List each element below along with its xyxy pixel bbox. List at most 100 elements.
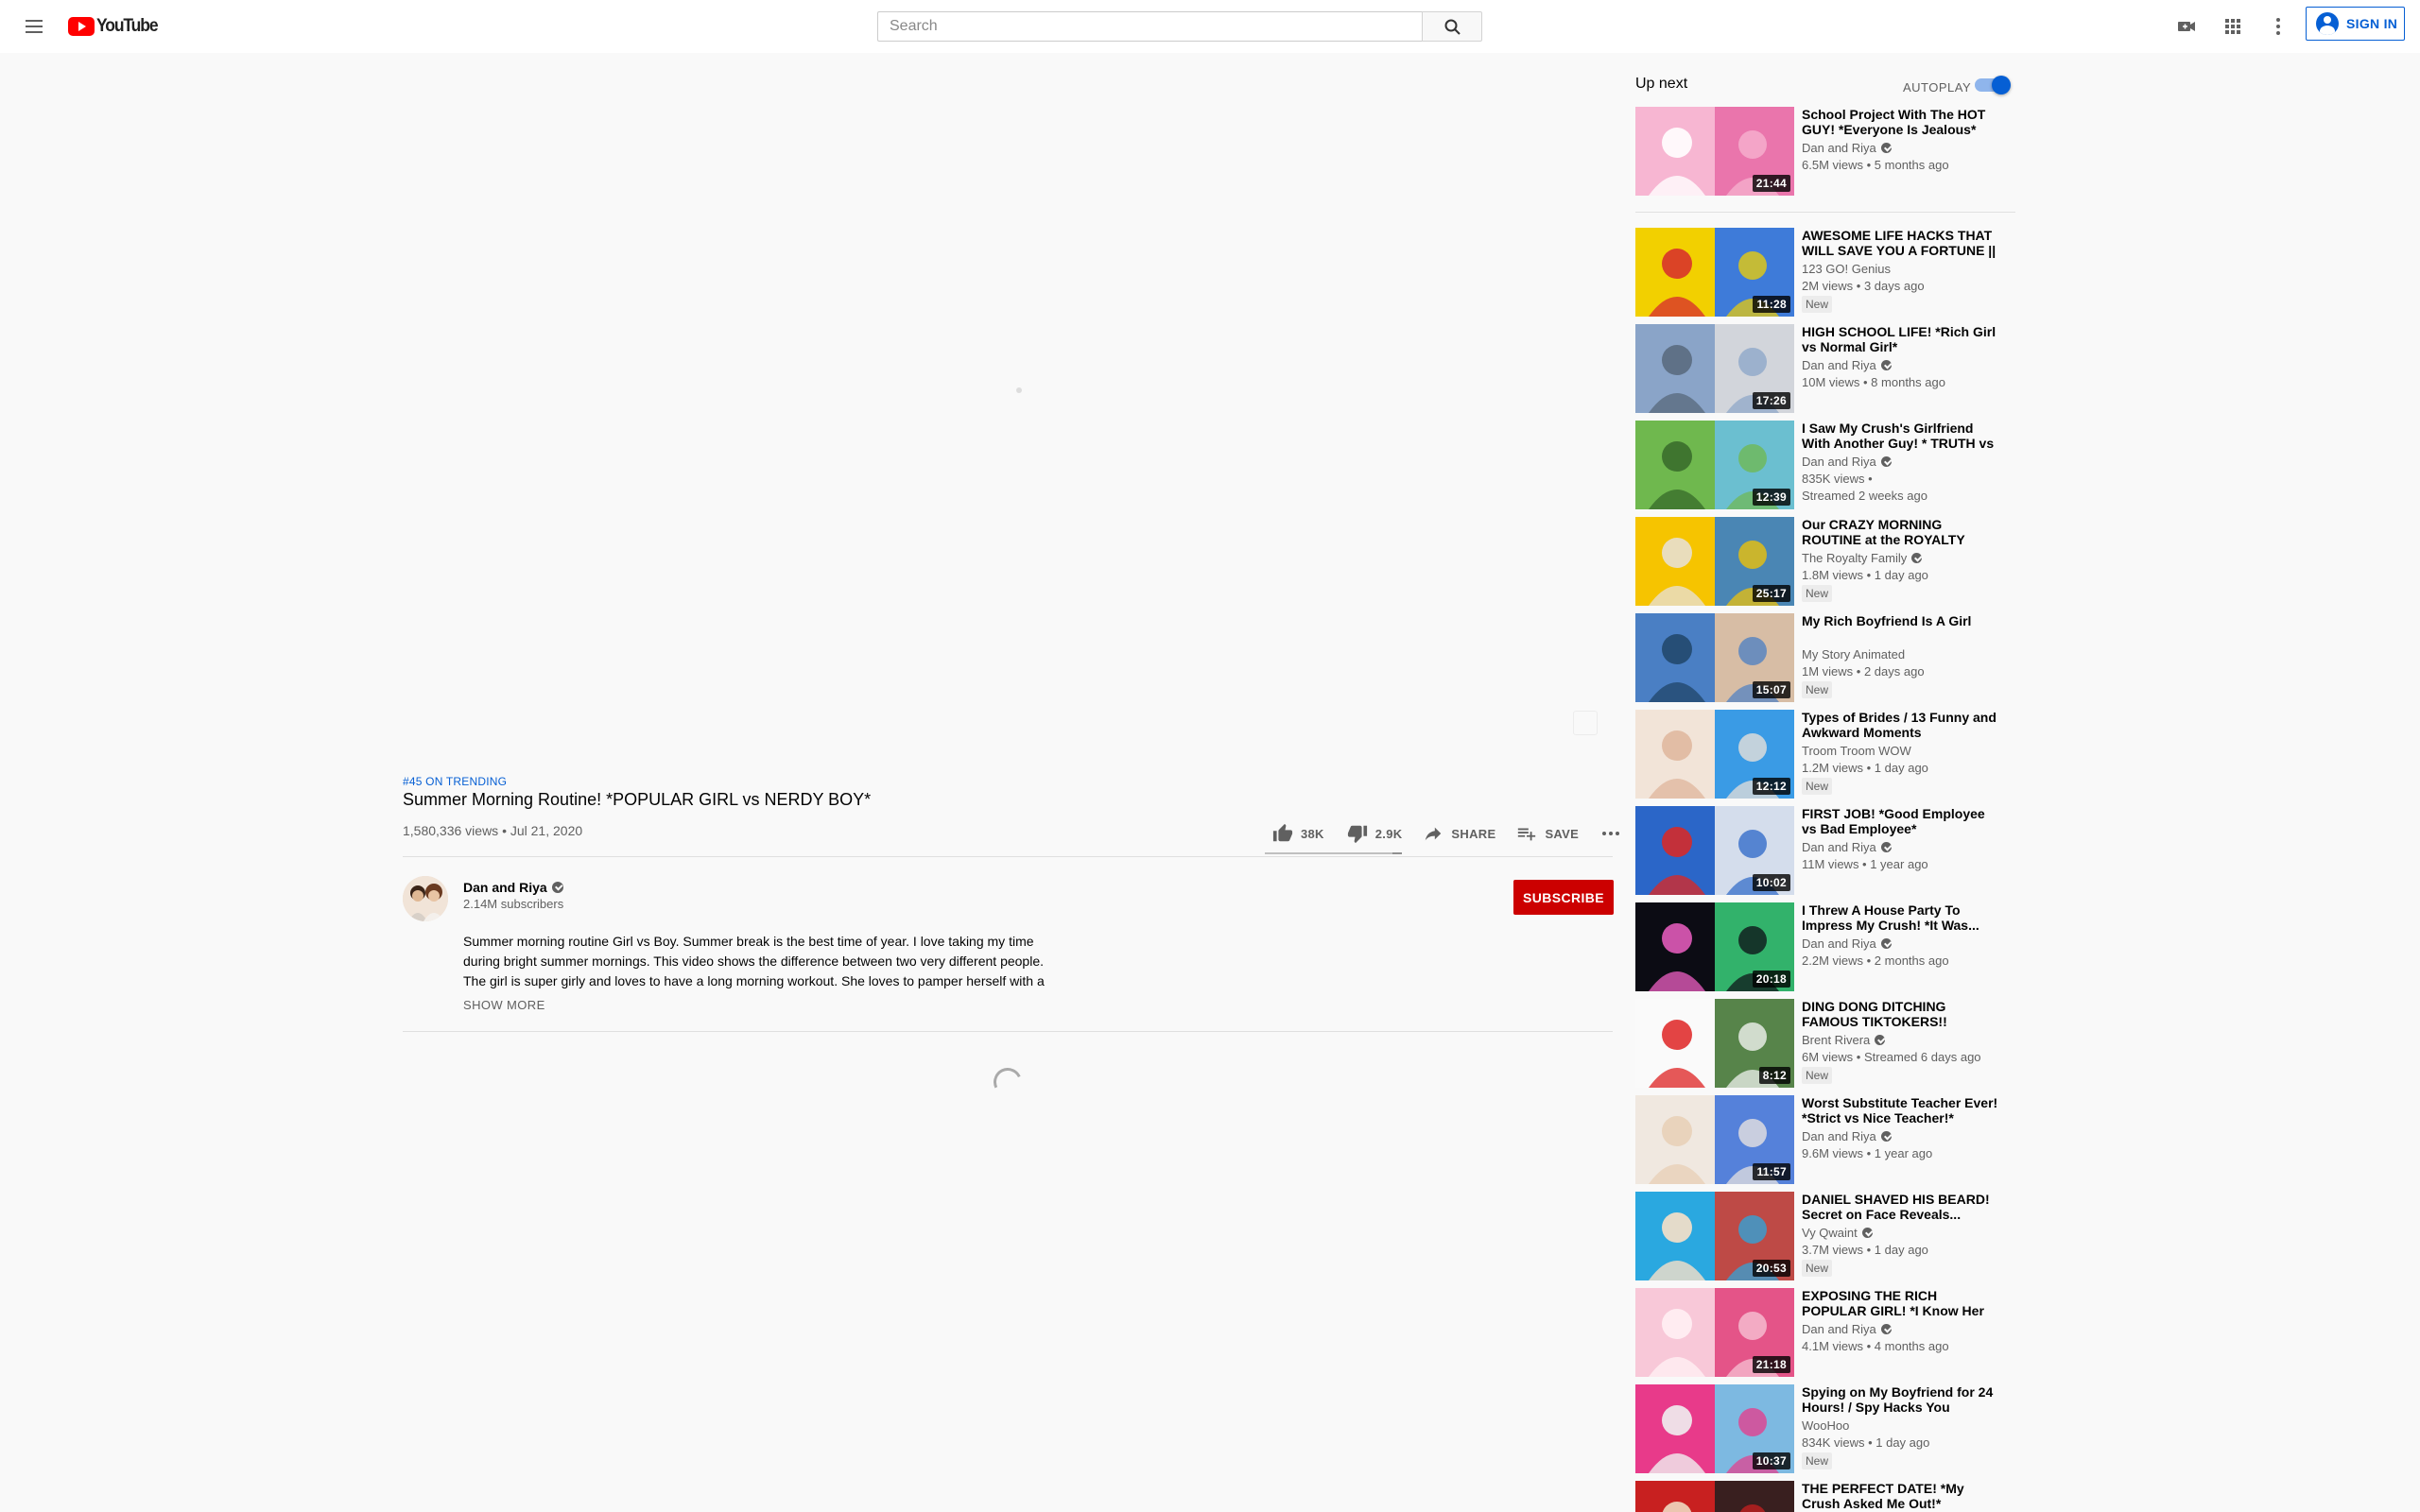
channel-name[interactable]: Dan and Riya (1802, 1129, 1892, 1143)
search-button[interactable] (1422, 11, 1482, 42)
video-thumbnail[interactable]: 12:39 (1635, 421, 1794, 509)
trending-badge[interactable]: #45 ON TRENDING (403, 775, 507, 788)
recommended-video[interactable]: 10:02 FIRST JOB! *Good Employee vs Bad Em… (1635, 806, 2015, 895)
recommended-video[interactable]: 12:39 I Saw My Crush's Girlfriend With An… (1635, 421, 2015, 509)
video-thumbnail[interactable]: 21:18 (1635, 1288, 1794, 1377)
channel-name[interactable]: Dan and Riya (463, 880, 563, 895)
channel-avatar[interactable] (403, 876, 448, 921)
video-stats: 6.5M views • 5 months ago (1802, 158, 1949, 172)
recommended-video[interactable]: 12:12 Types of Brides / 13 Funny and Awkw… (1635, 710, 2015, 799)
video-thumbnail[interactable]: 17:26 (1635, 324, 1794, 413)
video-thumbnail[interactable] (1635, 1481, 1794, 1512)
recommended-video[interactable]: 20:53 DANIEL SHAVED HIS BEARD! Secret on … (1635, 1192, 2015, 1280)
more-actions-button[interactable] (1592, 816, 1630, 850)
video-stats: 1.2M views • 1 day ago (1802, 761, 1928, 775)
video-title[interactable]: Types of Brides / 13 Funny and Awkward M… (1802, 710, 2000, 740)
video-title[interactable]: DING DONG DITCHING FAMOUS TIKTOKERS!! (1802, 999, 2000, 1029)
autoplay-toggle[interactable] (1975, 76, 2011, 94)
video-title[interactable]: School Project With The HOT GUY! *Everyo… (1802, 107, 2000, 137)
video-title[interactable]: AWESOME LIFE HACKS THAT WILL SAVE YOU A … (1802, 228, 2000, 258)
video-thumbnail[interactable]: 11:57 (1635, 1095, 1794, 1184)
like-button[interactable]: 38K (1265, 816, 1332, 850)
search-box[interactable] (877, 11, 1422, 42)
channel-name[interactable]: My Story Animated (1802, 647, 1905, 662)
recommended-video[interactable]: 11:57 Worst Substitute Teacher Ever! *Str… (1635, 1095, 2015, 1184)
recommended-video[interactable]: 21:18 EXPOSING THE RICH POPULAR GIRL! *I … (1635, 1288, 2015, 1377)
description-line: The girl is super girly and loves to hav… (463, 973, 1045, 988)
channel-name[interactable]: Troom Troom WOW (1802, 744, 1911, 758)
youtube-logo[interactable]: YouTube (68, 16, 163, 36)
video-title[interactable]: Our CRAZY MORNING ROUTINE at the ROYALTY… (1802, 517, 2000, 547)
guide-menu-icon[interactable] (23, 15, 45, 38)
sign-in-button[interactable]: SIGN IN (2306, 7, 2405, 41)
video-stats: 835K views • (1802, 472, 1873, 486)
channel-name[interactable]: Dan and Riya (1802, 936, 1892, 951)
recommended-video[interactable]: 15:07 My Rich Boyfriend Is A Girl My Story… (1635, 613, 2015, 702)
autoplay-label: AUTOPLAY (1903, 80, 1972, 94)
recommended-video[interactable]: 20:18 I Threw A House Party To Impress My… (1635, 902, 2015, 991)
channel-name-text: 123 GO! Genius (1802, 262, 1891, 276)
recommended-video[interactable]: 8:12 DING DONG DITCHING FAMOUS TIKTOKERS!… (1635, 999, 2015, 1088)
verified-badge-icon (551, 882, 563, 893)
video-title[interactable]: DANIEL SHAVED HIS BEARD! Secret on Face … (1802, 1192, 2000, 1222)
video-thumbnail[interactable]: 15:07 (1635, 613, 1794, 702)
create-video-icon[interactable] (2175, 15, 2198, 38)
channel-name[interactable]: Dan and Riya (1802, 840, 1892, 854)
dislike-button[interactable]: 2.9K (1340, 816, 1410, 850)
video-duration: 20:18 (1752, 971, 1790, 988)
video-thumbnail[interactable]: 8:12 (1635, 999, 1794, 1088)
video-title[interactable]: My Rich Boyfriend Is A Girl (1802, 613, 2000, 628)
video-stats: 4.1M views • 4 months ago (1802, 1339, 1949, 1353)
video-title[interactable]: I Threw A House Party To Impress My Crus… (1802, 902, 2000, 933)
video-player[interactable] (403, 53, 1613, 776)
search-input[interactable] (878, 12, 1422, 41)
apps-grid-icon[interactable] (2221, 15, 2244, 38)
recommended-video[interactable]: 25:17 Our CRAZY MORNING ROUTINE at the RO… (1635, 517, 2015, 606)
recommended-video[interactable]: 21:44 School Project With The HOT GUY! *E… (1635, 107, 2015, 196)
channel-name-text: Dan and Riya (1802, 1322, 1876, 1336)
description-line: Summer morning routine Girl vs Boy. Summ… (463, 934, 1034, 949)
channel-name[interactable]: Dan and Riya (1802, 141, 1892, 155)
video-title[interactable]: FIRST JOB! *Good Employee vs Bad Employe… (1802, 806, 2000, 836)
channel-name[interactable]: Vy Qwaint (1802, 1226, 1873, 1240)
save-button[interactable]: SAVE (1509, 816, 1586, 850)
video-thumbnail[interactable]: 12:12 (1635, 710, 1794, 799)
video-title[interactable]: THE PERFECT DATE! *My Crush Asked Me Out… (1802, 1481, 2000, 1511)
settings-more-icon[interactable] (2267, 15, 2290, 38)
channel-name[interactable]: Dan and Riya (1802, 455, 1892, 469)
new-badge: New (1802, 585, 1833, 602)
video-thumbnail[interactable]: 25:17 (1635, 517, 1794, 606)
video-title[interactable]: HIGH SCHOOL LIFE! *Rich Girl vs Normal G… (1802, 324, 2000, 354)
channel-name[interactable]: WooHoo (1802, 1418, 1849, 1433)
recommended-video[interactable]: 11:28 AWESOME LIFE HACKS THAT WILL SAVE Y… (1635, 228, 2015, 317)
share-button[interactable]: SHARE (1415, 816, 1503, 850)
playlist-add-icon (1518, 828, 1536, 841)
video-thumbnail[interactable]: 20:53 (1635, 1192, 1794, 1280)
video-duration: 10:02 (1752, 874, 1790, 891)
channel-name[interactable]: Brent Rivera (1802, 1033, 1886, 1047)
video-thumbnail[interactable]: 20:18 (1635, 902, 1794, 991)
video-title[interactable]: Spying on My Boyfriend for 24 Hours! / S… (1802, 1384, 2000, 1415)
video-thumbnail[interactable]: 10:02 (1635, 806, 1794, 895)
divider (403, 1031, 1613, 1032)
video-thumbnail[interactable]: 10:37 (1635, 1384, 1794, 1473)
video-duration: 10:37 (1752, 1452, 1790, 1469)
video-title[interactable]: Worst Substitute Teacher Ever! *Strict v… (1802, 1095, 2000, 1125)
channel-name[interactable]: Dan and Riya (1802, 1322, 1892, 1336)
video-title[interactable]: EXPOSING THE RICH POPULAR GIRL! *I Know … (1802, 1288, 2000, 1318)
channel-name-text: Troom Troom WOW (1802, 744, 1911, 758)
video-actions: 38K 2.9K SHARE SAVE (1265, 816, 1630, 850)
video-title[interactable]: I Saw My Crush's Girlfriend With Another… (1802, 421, 2000, 451)
recommended-video[interactable]: 10:37 Spying on My Boyfriend for 24 Hours… (1635, 1384, 2015, 1473)
recommended-video[interactable]: THE PERFECT DATE! *My Crush Asked Me Out… (1635, 1481, 2015, 1512)
video-thumbnail[interactable]: 21:44 (1635, 107, 1794, 196)
subscribe-button[interactable]: SUBSCRIBE (1513, 880, 1614, 915)
channel-name[interactable]: 123 GO! Genius (1802, 262, 1891, 276)
like-count: 38K (1301, 826, 1324, 841)
channel-name[interactable]: The Royalty Family (1802, 551, 1923, 565)
show-more-button[interactable]: SHOW MORE (463, 998, 545, 1012)
account-icon (2316, 12, 2339, 35)
video-thumbnail[interactable]: 11:28 (1635, 228, 1794, 317)
recommended-video[interactable]: 17:26 HIGH SCHOOL LIFE! *Rich Girl vs Nor… (1635, 324, 2015, 413)
channel-name[interactable]: Dan and Riya (1802, 358, 1892, 372)
